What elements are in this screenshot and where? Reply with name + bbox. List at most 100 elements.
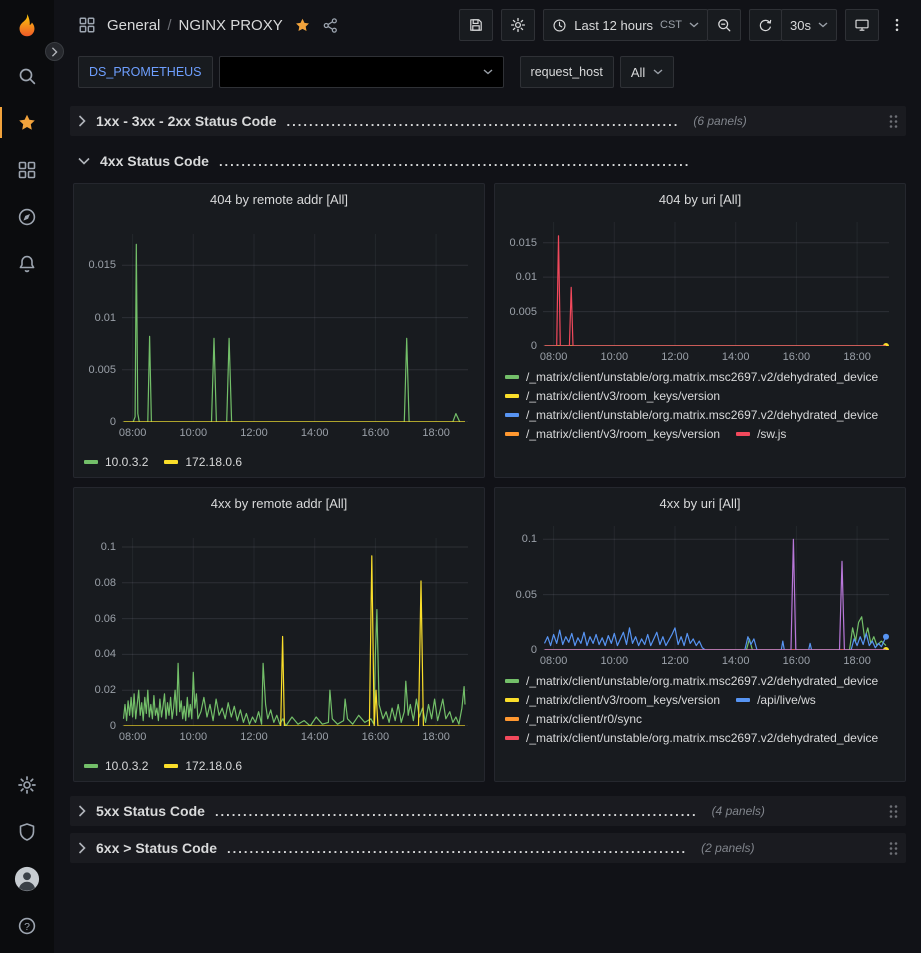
chevron-down-icon — [689, 22, 699, 28]
chart-canvas[interactable] — [122, 234, 468, 422]
legend-item[interactable]: /_matrix/client/unstable/org.matrix.msc2… — [505, 674, 878, 688]
panel-header[interactable]: 404 by uri [All] — [495, 184, 905, 214]
x-axis: 08:0010:0012:0014:0016:0018:00 — [122, 728, 468, 746]
share-icon[interactable] — [322, 17, 339, 34]
chevron-down-icon — [818, 22, 828, 28]
x-axis: 08:0010:0012:0014:0016:0018:00 — [122, 424, 468, 442]
x-tick-label: 12:00 — [240, 427, 268, 439]
configuration-gear-icon[interactable] — [0, 761, 54, 808]
time-range-picker[interactable]: Last 12 hours CST — [543, 9, 708, 41]
x-tick-label: 14:00 — [722, 655, 750, 667]
legend-item[interactable]: 172.18.0.6 — [164, 455, 242, 469]
plot-area[interactable] — [122, 234, 468, 422]
chart-canvas[interactable] — [543, 222, 889, 346]
row-header-6xx[interactable]: 6xx > Status Code ......................… — [70, 833, 906, 863]
panel-header[interactable]: 4xx by uri [All] — [495, 488, 905, 518]
refresh-controls: 30s — [749, 9, 837, 41]
legend-item[interactable]: /api/live/ws — [736, 693, 816, 707]
x-axis: 08:0010:0012:0014:0016:0018:00 — [543, 652, 889, 670]
legend-item[interactable]: /_matrix/client/r0/sync — [505, 712, 642, 726]
y-tick-label: 0.015 — [509, 237, 537, 249]
apps-grid-icon — [78, 16, 96, 34]
x-tick-label: 08:00 — [540, 655, 568, 667]
starred-dashboards-icon[interactable] — [0, 99, 54, 146]
legend: /_matrix/client/unstable/org.matrix.msc2… — [495, 670, 905, 753]
sidebar-expand-chevron[interactable] — [45, 42, 64, 61]
y-axis: 00.0050.010.015 — [82, 234, 118, 422]
y-tick-label: 0 — [531, 644, 537, 656]
alerting-bell-icon[interactable] — [0, 240, 54, 287]
x-tick-label: 08:00 — [119, 427, 147, 439]
x-tick-label: 08:00 — [540, 351, 568, 363]
refresh-interval-dropdown[interactable]: 30s — [781, 9, 837, 41]
x-tick-label: 18:00 — [843, 351, 871, 363]
grafana-logo-icon[interactable] — [0, 0, 54, 52]
svg-text:?: ? — [24, 920, 30, 932]
panel-header[interactable]: 404 by remote addr [All] — [74, 184, 484, 214]
variable-label-request-host: request_host — [520, 56, 614, 88]
legend-item[interactable]: /_matrix/client/unstable/org.matrix.msc2… — [505, 370, 878, 384]
breadcrumb-section[interactable]: General — [107, 17, 160, 34]
plot-area[interactable] — [543, 222, 889, 346]
row-drag-handle[interactable] — [889, 841, 898, 856]
server-admin-shield-icon[interactable] — [0, 808, 54, 855]
help-icon[interactable]: ? — [0, 902, 54, 949]
x-tick-label: 18:00 — [843, 655, 871, 667]
row-drag-handle[interactable] — [889, 114, 898, 129]
dashboards-grid-icon[interactable] — [0, 146, 54, 193]
x-tick-label: 10:00 — [180, 427, 208, 439]
row-header-1xx-3xx-2xx[interactable]: 1xx - 3xx - 2xx Status Code ............… — [70, 106, 906, 136]
chevron-right-icon — [78, 115, 86, 127]
row-leader-dots: ........................................… — [215, 804, 698, 819]
zoom-out-button[interactable] — [707, 9, 741, 41]
kebab-menu-button[interactable] — [887, 9, 907, 41]
plot-area[interactable] — [543, 526, 889, 650]
variable-ds-prometheus: DS_PROMETHEUS — [78, 56, 504, 88]
legend-item[interactable]: /_matrix/client/v3/room_keys/version — [505, 693, 720, 707]
tv-mode-button[interactable] — [845, 9, 879, 41]
plot-area[interactable] — [122, 538, 468, 726]
panel-4xx-by-remote-addr: 4xx by remote addr [All] 00.020.040.060.… — [73, 487, 485, 782]
y-tick-label: 0.01 — [516, 271, 537, 283]
request-host-select[interactable]: All — [620, 56, 674, 88]
legend-item[interactable]: /sw.js — [736, 427, 786, 441]
legend-item[interactable]: /_matrix/client/v3/room_keys/version — [505, 389, 720, 403]
legend-item[interactable]: /_matrix/client/unstable/org.matrix.msc2… — [505, 408, 878, 422]
row-header-5xx[interactable]: 5xx Status Code ........................… — [70, 796, 906, 826]
refresh-button[interactable] — [749, 9, 782, 41]
breadcrumb-title[interactable]: NGINX PROXY — [179, 17, 283, 34]
y-axis: 00.050.1 — [503, 526, 539, 650]
panel-title[interactable]: 404 by uri [All] — [659, 192, 741, 207]
panel-title[interactable]: 4xx by remote addr [All] — [211, 496, 348, 511]
y-tick-label: 0.005 — [509, 306, 537, 318]
panel-header[interactable]: 4xx by remote addr [All] — [74, 488, 484, 518]
explore-compass-icon[interactable] — [0, 193, 54, 240]
x-tick-label: 16:00 — [362, 427, 390, 439]
chart-canvas[interactable] — [122, 538, 468, 726]
row-drag-handle[interactable] — [889, 804, 898, 819]
x-tick-label: 10:00 — [601, 351, 629, 363]
datasource-select[interactable] — [219, 56, 504, 88]
save-dashboard-button[interactable] — [459, 9, 493, 41]
row-leader-dots: ........................................… — [287, 114, 680, 129]
panel-title[interactable]: 4xx by uri [All] — [660, 496, 741, 511]
row-header-4xx[interactable]: 4xx Status Code ........................… — [70, 146, 906, 176]
request-host-value: All — [631, 65, 645, 80]
panel-grid: 404 by remote addr [All] 00.0050.010.015… — [73, 183, 906, 782]
user-avatar[interactable] — [0, 855, 54, 902]
favorite-star-icon[interactable] — [294, 17, 311, 34]
legend-item[interactable]: 10.0.3.2 — [84, 759, 148, 773]
legend-item[interactable]: /_matrix/client/unstable/org.matrix.msc2… — [505, 731, 878, 745]
search-icon[interactable] — [0, 52, 54, 99]
panel-title[interactable]: 404 by remote addr [All] — [210, 192, 348, 207]
legend-item[interactable]: 172.18.0.6 — [164, 759, 242, 773]
row-title: 6xx > Status Code — [96, 840, 217, 856]
legend-item[interactable]: 10.0.3.2 — [84, 455, 148, 469]
chart-canvas[interactable] — [543, 526, 889, 650]
time-controls: Last 12 hours CST — [543, 9, 741, 41]
legend-item[interactable]: /_matrix/client/v3/room_keys/version — [505, 427, 720, 441]
time-series-chart: 00.020.040.060.080.1 08:0010:0012:0014:0… — [82, 534, 476, 746]
dashboard-settings-button[interactable] — [501, 9, 535, 41]
legend: 10.0.3.2 172.18.0.6 — [74, 451, 484, 477]
y-tick-label: 0.02 — [95, 684, 116, 696]
